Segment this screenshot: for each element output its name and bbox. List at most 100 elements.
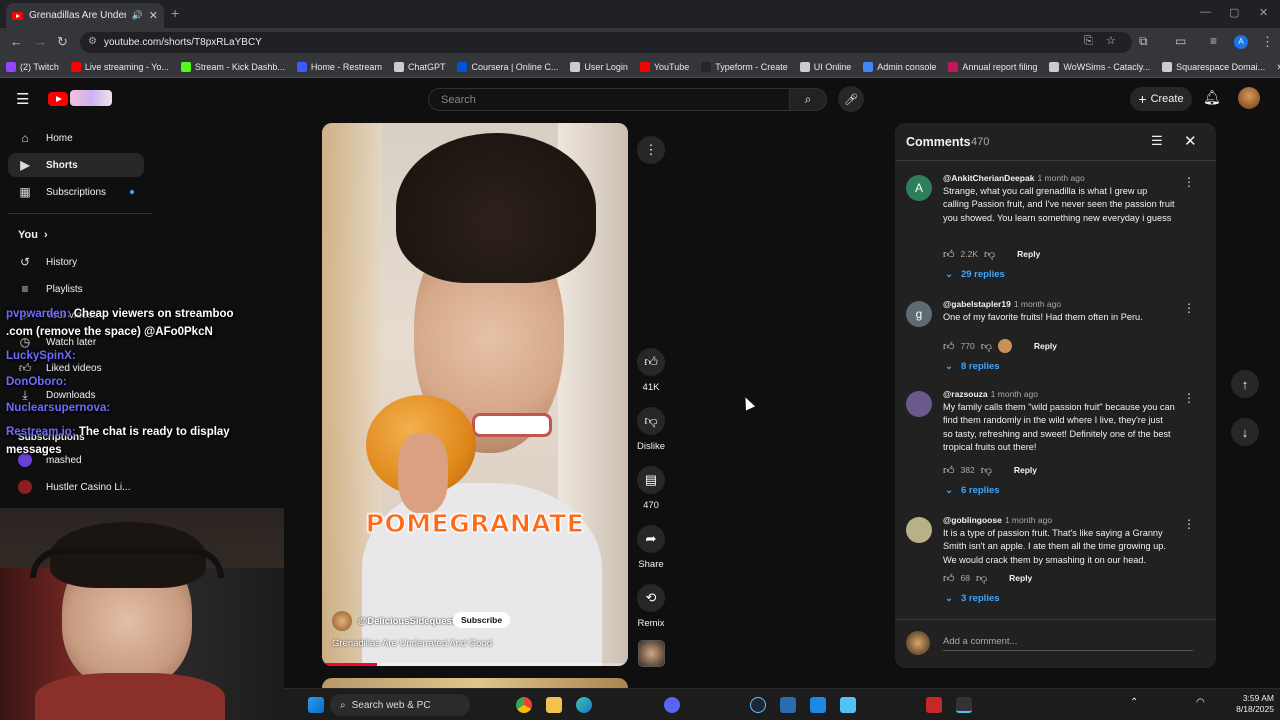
forward-icon[interactable]: → bbox=[34, 34, 47, 49]
media-icon[interactable]: ≡ bbox=[1210, 34, 1217, 48]
comment-more-icon[interactable]: ⋮ bbox=[1183, 517, 1195, 531]
sidebar-item[interactable]: ≡ Playlists bbox=[8, 277, 144, 301]
file-explorer-icon[interactable] bbox=[546, 697, 562, 713]
comments-button[interactable]: ▤ bbox=[637, 466, 665, 494]
view-replies-button[interactable]: ⌄ 8 replies bbox=[945, 361, 1000, 372]
bookmark-item[interactable]: ChatGPT bbox=[393, 61, 445, 72]
sidebar-item[interactable]: Hustler Casino Li... bbox=[8, 475, 144, 499]
comment-like-icon[interactable]: 👍︎ bbox=[943, 340, 955, 353]
comment-author[interactable]: @AnkitCherianDeepak bbox=[943, 173, 1034, 183]
comment-more-icon[interactable]: ⋮ bbox=[1183, 175, 1195, 189]
new-tab-button[interactable]: + bbox=[171, 5, 179, 21]
bookmark-item[interactable]: Home - Restream bbox=[296, 61, 382, 72]
view-replies-button[interactable]: ⌄ 29 replies bbox=[945, 269, 1005, 280]
speaker-icon[interactable]: 🔊 bbox=[132, 10, 143, 21]
previous-short-button[interactable]: ↑ bbox=[1231, 370, 1259, 398]
search-input[interactable]: Search bbox=[428, 88, 790, 111]
minimize-icon[interactable]: — bbox=[1200, 6, 1211, 18]
add-comment-input[interactable]: Add a comment... bbox=[943, 636, 1193, 651]
sidebar-item[interactable]: ⌂ Home bbox=[8, 126, 144, 150]
windows-start-icon[interactable] bbox=[308, 697, 324, 713]
comment-dislike-icon[interactable]: 👎︎ bbox=[981, 340, 992, 353]
sort-icon[interactable]: ☰ bbox=[1151, 133, 1163, 149]
youtube-logo[interactable] bbox=[48, 90, 112, 108]
comment-dislike-icon[interactable]: 👎︎ bbox=[981, 464, 992, 477]
sidebar-item[interactable]: ↺ History bbox=[8, 250, 144, 274]
comment-more-icon[interactable]: ⋮ bbox=[1183, 301, 1195, 315]
bookmark-item[interactable]: User Login bbox=[570, 61, 628, 72]
more-options-button[interactable]: ⋮ bbox=[637, 136, 665, 164]
comment-reply-button[interactable]: Reply bbox=[1017, 249, 1040, 259]
extensions-icon[interactable]: ⧉ bbox=[1139, 34, 1148, 49]
comment-more-icon[interactable]: ⋮ bbox=[1183, 391, 1195, 405]
bookmark-item[interactable]: Annual report filing bbox=[948, 61, 1037, 72]
close-window-icon[interactable]: ✕ bbox=[1259, 6, 1268, 19]
reload-icon[interactable]: ↻ bbox=[57, 34, 68, 50]
subscribe-button[interactable]: Subscribe bbox=[453, 612, 511, 628]
wifi-icon[interactable]: ◠ bbox=[1196, 697, 1205, 708]
close-tab-icon[interactable]: ✕ bbox=[149, 9, 158, 22]
comment-author[interactable]: @goblingoose bbox=[943, 515, 1002, 525]
bookmark-item[interactable]: Stream - Kick Dashb... bbox=[180, 61, 285, 72]
bookmark-item[interactable]: UI Online bbox=[799, 61, 851, 72]
progress-track[interactable] bbox=[322, 663, 628, 666]
profile-avatar[interactable]: A bbox=[1234, 35, 1248, 49]
bookmark-item[interactable]: Live streaming - Yo... bbox=[70, 61, 169, 72]
site-info-icon[interactable]: ⚙ bbox=[88, 36, 97, 47]
bookmark-item[interactable]: Coursera | Online C... bbox=[457, 61, 558, 72]
bookmark-item[interactable]: YouTube bbox=[639, 61, 689, 72]
maximize-icon[interactable]: ▢ bbox=[1229, 6, 1239, 19]
app-icon[interactable] bbox=[810, 697, 826, 713]
like-button[interactable]: 👍︎ bbox=[637, 348, 665, 376]
back-icon[interactable]: ← bbox=[10, 34, 23, 49]
commenter-avatar[interactable] bbox=[906, 517, 932, 543]
app-icon[interactable] bbox=[780, 697, 796, 713]
steam-icon[interactable] bbox=[750, 697, 766, 713]
comment-like-icon[interactable]: 👍︎ bbox=[943, 572, 955, 585]
notifications-bell-icon[interactable]: 🔔︎ bbox=[1203, 89, 1221, 106]
app-icon[interactable] bbox=[926, 697, 942, 713]
sidebar-item[interactable]: You › bbox=[8, 223, 144, 247]
notepad-icon[interactable] bbox=[840, 697, 856, 713]
terminal-icon[interactable] bbox=[956, 697, 972, 713]
channel-avatar[interactable] bbox=[332, 611, 352, 631]
channel-name[interactable]: @DeliciousSidequest bbox=[358, 616, 455, 627]
add-comment-row[interactable]: Add a comment... bbox=[895, 619, 1216, 668]
url-field[interactable]: ⚙ youtube.com/shorts/T8pxRLaYBCY ⎘ ☆ bbox=[80, 32, 1132, 53]
bookmark-item[interactable]: (2) Twitch bbox=[6, 61, 59, 72]
short-video-player[interactable]: POMEGRANATE @DeliciousSidequest Subscrib… bbox=[322, 123, 628, 666]
split-view-icon[interactable]: ▭ bbox=[1175, 34, 1186, 48]
commenter-avatar[interactable]: g bbox=[906, 301, 932, 327]
remix-button[interactable]: ⟲ bbox=[637, 584, 665, 612]
taskbar-search[interactable]: ⌕ Search web & PC bbox=[330, 694, 470, 716]
commenter-avatar[interactable] bbox=[906, 391, 932, 417]
hamburger-menu-icon[interactable]: ☰ bbox=[16, 90, 29, 108]
comment-reply-button[interactable]: Reply bbox=[1034, 341, 1057, 351]
comment-author[interactable]: @gabelstapler19 bbox=[943, 299, 1011, 309]
share-button[interactable]: ➦ bbox=[637, 525, 665, 553]
search-button[interactable]: ⌕ bbox=[789, 88, 827, 111]
view-replies-button[interactable]: ⌄ 3 replies bbox=[945, 593, 1000, 604]
dislike-button[interactable]: 👎︎ bbox=[637, 407, 665, 435]
discord-icon[interactable] bbox=[664, 697, 680, 713]
comment-reply-button[interactable]: Reply bbox=[1009, 573, 1032, 583]
tray-chevron-icon[interactable]: ⌃ bbox=[1130, 697, 1138, 708]
bookmark-item[interactable]: Typeform - Create bbox=[701, 61, 788, 72]
voice-search-button[interactable]: 🎤︎ bbox=[838, 86, 864, 112]
close-comments-icon[interactable]: ✕ bbox=[1184, 132, 1197, 150]
sidebar-item[interactable]: ▦ Subscriptions bbox=[8, 180, 144, 204]
comment-author[interactable]: @razsouza bbox=[943, 389, 988, 399]
menu-icon[interactable]: ⋮ bbox=[1261, 34, 1274, 50]
sidebar-item[interactable]: ▶ Shorts bbox=[8, 153, 144, 177]
comment-dislike-icon[interactable]: 👎︎ bbox=[976, 572, 987, 585]
bookmark-item[interactable]: Admin console bbox=[863, 61, 936, 72]
browser-tab[interactable]: Grenadillas Are Underrated 🔊 ✕ bbox=[6, 3, 164, 28]
bookmark-item[interactable]: WoWSims - Catacly... bbox=[1049, 61, 1150, 72]
chrome-icon[interactable] bbox=[516, 697, 532, 713]
comment-dislike-icon[interactable]: 👎︎ bbox=[984, 248, 995, 261]
edge-icon[interactable] bbox=[576, 697, 592, 713]
comment-like-icon[interactable]: 👍︎ bbox=[943, 464, 955, 477]
comment-like-icon[interactable]: 👍︎ bbox=[943, 248, 955, 261]
view-replies-button[interactable]: ⌄ 6 replies bbox=[945, 485, 1000, 496]
install-icon[interactable]: ⎘ bbox=[1084, 35, 1093, 48]
